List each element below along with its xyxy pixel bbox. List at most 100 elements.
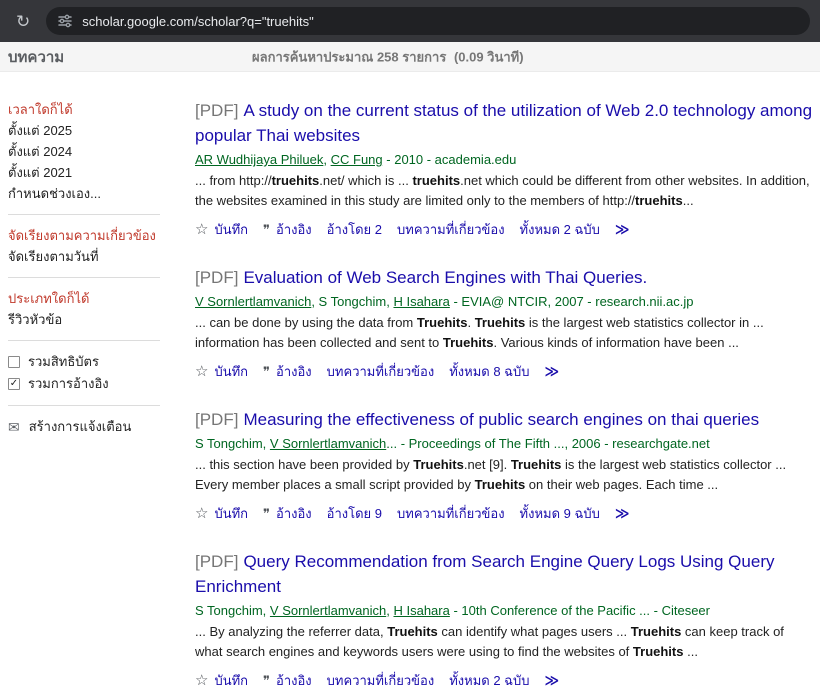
star-icon: ☆ [195,506,208,521]
author-link[interactable]: V Sornlertlamvanich [270,603,386,618]
result-snippet: ... can be done by using the data from T… [195,313,813,353]
cite-label: อ้างอิง [276,670,312,691]
cite-label: อ้างอิง [276,361,312,382]
scholar-appbar: บทความ ผลการค้นหาประมาณ 258 รายการ (0.09… [0,42,820,72]
save-label: บันทึก [214,361,248,382]
filter-since-2025[interactable]: ตั้งแต่ 2025 [8,120,158,141]
pdf-tag: [PDF] [195,410,238,429]
search-results: [PDF]A study on the current status of th… [195,72,813,691]
cite-label: อ้างอิง [276,219,312,240]
star-icon: ☆ [195,222,208,237]
checkbox-unchecked-icon [8,356,20,368]
include-patents-checkbox[interactable]: รวมสิทธิบัตร [8,351,158,373]
result-byline: S Tongchim, V Sornlertlamvanich... - Pro… [195,434,813,453]
search-result: [PDF]Query Recommendation from Search En… [195,549,813,691]
all-versions-link[interactable]: ทั้งหมด 8 ฉบับ [449,361,529,382]
cite-button[interactable]: ❞ อ้างอิง [263,670,312,691]
sort-by-relevance[interactable]: จัดเรียงตามความเกี่ยวข้อง [8,225,158,246]
related-articles-link[interactable]: บทความที่เกี่ยวข้อง [327,670,435,691]
save-button[interactable]: ☆ บันทึก [195,670,248,691]
filter-any-type[interactable]: ประเภทใดก็ได้ [8,288,158,309]
cite-button[interactable]: ❞ อ้างอิง [263,361,312,382]
save-label: บันทึก [214,503,248,524]
filter-since-2021[interactable]: ตั้งแต่ 2021 [8,162,158,183]
sort-by-date[interactable]: จัดเรียงตามวันที่ [8,246,158,267]
all-versions-link[interactable]: ทั้งหมด 2 ฉบับ [449,670,529,691]
save-button[interactable]: ☆บันทึก [195,219,248,240]
sidebar-divider [8,214,160,215]
save-button[interactable]: ☆ บันทึก [195,361,248,382]
result-actions: ☆บันทึก ❞อ้างอิง อ้างโดย 2 บทความที่เกี่… [195,219,813,240]
result-title-row: [PDF]Query Recommendation from Search En… [195,549,813,599]
result-title-link[interactable]: Query Recommendation from Search Engine … [195,552,774,596]
more-icon[interactable]: ≫ [545,363,560,380]
create-alert-label: สร้างการแจ้งเตือน [29,416,132,438]
result-title-link[interactable]: Measuring the effectiveness of public se… [243,410,759,429]
url-text[interactable]: scholar.google.com/scholar?q="truehits" [82,14,313,29]
star-icon: ☆ [195,673,208,688]
create-alert-link[interactable]: ✉ สร้างการแจ้งเตือน [8,416,158,438]
result-title-link[interactable]: A study on the current status of the uti… [195,101,812,145]
cited-by-link[interactable]: อ้างโดย 2 [327,219,382,240]
result-actions: ☆ บันทึก ❞ อ้างอิง บทความที่เกี่ยวข้อง ทั้… [195,361,813,382]
result-actions: ☆ บันทึก ❞ อ้างอิง บทความที่เกี่ยวข้อง ทั้… [195,670,813,691]
result-title-row: [PDF]A study on the current status of th… [195,98,813,148]
save-label: บันทึก [214,670,248,691]
include-citations-checkbox[interactable]: ✓ รวมการอ้างอิง [8,373,158,395]
checkbox-label: รวมสิทธิบัตร [28,351,99,373]
quote-icon: ❞ [263,507,270,520]
all-versions-link[interactable]: ทั้งหมด 9 ฉบับ [520,503,600,524]
pdf-tag: [PDF] [195,101,238,120]
author-link[interactable]: CC Fung [331,152,383,167]
cite-button[interactable]: ❞ อ้างอิง [263,503,312,524]
pdf-tag: [PDF] [195,268,238,287]
result-byline: S Tongchim, V Sornlertlamvanich, H Isaha… [195,601,813,620]
author-link[interactable]: V Sornlertlamvanich [270,436,386,451]
results-time: (0.09 วินาที) [454,49,524,64]
pdf-tag: [PDF] [195,552,238,571]
cite-label: อ้างอิง [276,503,312,524]
result-snippet: ... this section have been provided by T… [195,455,813,495]
envelope-icon: ✉ [8,416,20,438]
reload-icon[interactable]: ↻ [16,13,30,30]
result-title-link[interactable]: Evaluation of Web Search Engines with Th… [243,268,647,287]
quote-icon: ❞ [263,365,270,378]
more-icon[interactable]: ≫ [615,505,630,522]
filter-custom-range[interactable]: กำหนดช่วงเอง... [8,183,158,204]
related-articles-link[interactable]: บทความที่เกี่ยวข้อง [397,503,505,524]
checkbox-label: รวมการอ้างอิง [28,373,109,395]
related-articles-link[interactable]: บทความที่เกี่ยวข้อง [327,361,435,382]
search-result: [PDF] Measuring the effectiveness of publ… [195,407,813,524]
result-snippet: ... By analyzing the referrer data, True… [195,622,813,662]
cite-button[interactable]: ❞อ้างอิง [263,219,312,240]
filter-review-articles[interactable]: รีวิวหัวข้อ [8,309,158,330]
search-result: [PDF]A study on the current status of th… [195,98,813,240]
author-link[interactable]: AR Wudhijaya Philuek [195,152,323,167]
checkbox-checked-icon: ✓ [8,378,20,390]
quote-icon: ❞ [263,674,270,687]
star-icon: ☆ [195,364,208,379]
search-result: [PDF] Evaluation of Web Search Engines wi… [195,265,813,382]
filter-anytime[interactable]: เวลาใดก็ได้ [8,99,158,120]
related-articles-link[interactable]: บทความที่เกี่ยวข้อง [397,219,505,240]
author-link[interactable]: H Isahara [393,603,449,618]
result-title-row: [PDF] Measuring the effectiveness of publ… [195,407,813,432]
articles-nav-label[interactable]: บทความ [8,45,64,69]
tune-icon[interactable] [58,14,72,28]
browser-toolbar: ↻ scholar.google.com/scholar?q="truehits… [0,0,820,42]
sidebar-divider [8,340,160,341]
author-link[interactable]: H Isahara [393,294,449,309]
result-actions: ☆ บันทึก ❞ อ้างอิง อ้างโดย 9 บทความที่เกี่… [195,503,813,524]
result-byline: V Sornlertlamvanich, S Tongchim, H Isaha… [195,292,813,311]
author-link[interactable]: V Sornlertlamvanich [195,294,311,309]
filter-since-2024[interactable]: ตั้งแต่ 2024 [8,141,158,162]
save-button[interactable]: ☆ บันทึก [195,503,248,524]
result-byline: AR Wudhijaya Philuek, CC Fung - 2010 - a… [195,150,813,169]
result-snippet: ... from http://truehits.net/ which is .… [195,171,813,211]
sidebar-divider [8,277,160,278]
more-icon[interactable]: ≫ [615,221,630,238]
more-icon[interactable]: ≫ [545,672,560,689]
address-bar[interactable]: scholar.google.com/scholar?q="truehits" [46,7,810,35]
all-versions-link[interactable]: ทั้งหมด 2 ฉบับ [520,219,600,240]
cited-by-link[interactable]: อ้างโดย 9 [327,503,382,524]
